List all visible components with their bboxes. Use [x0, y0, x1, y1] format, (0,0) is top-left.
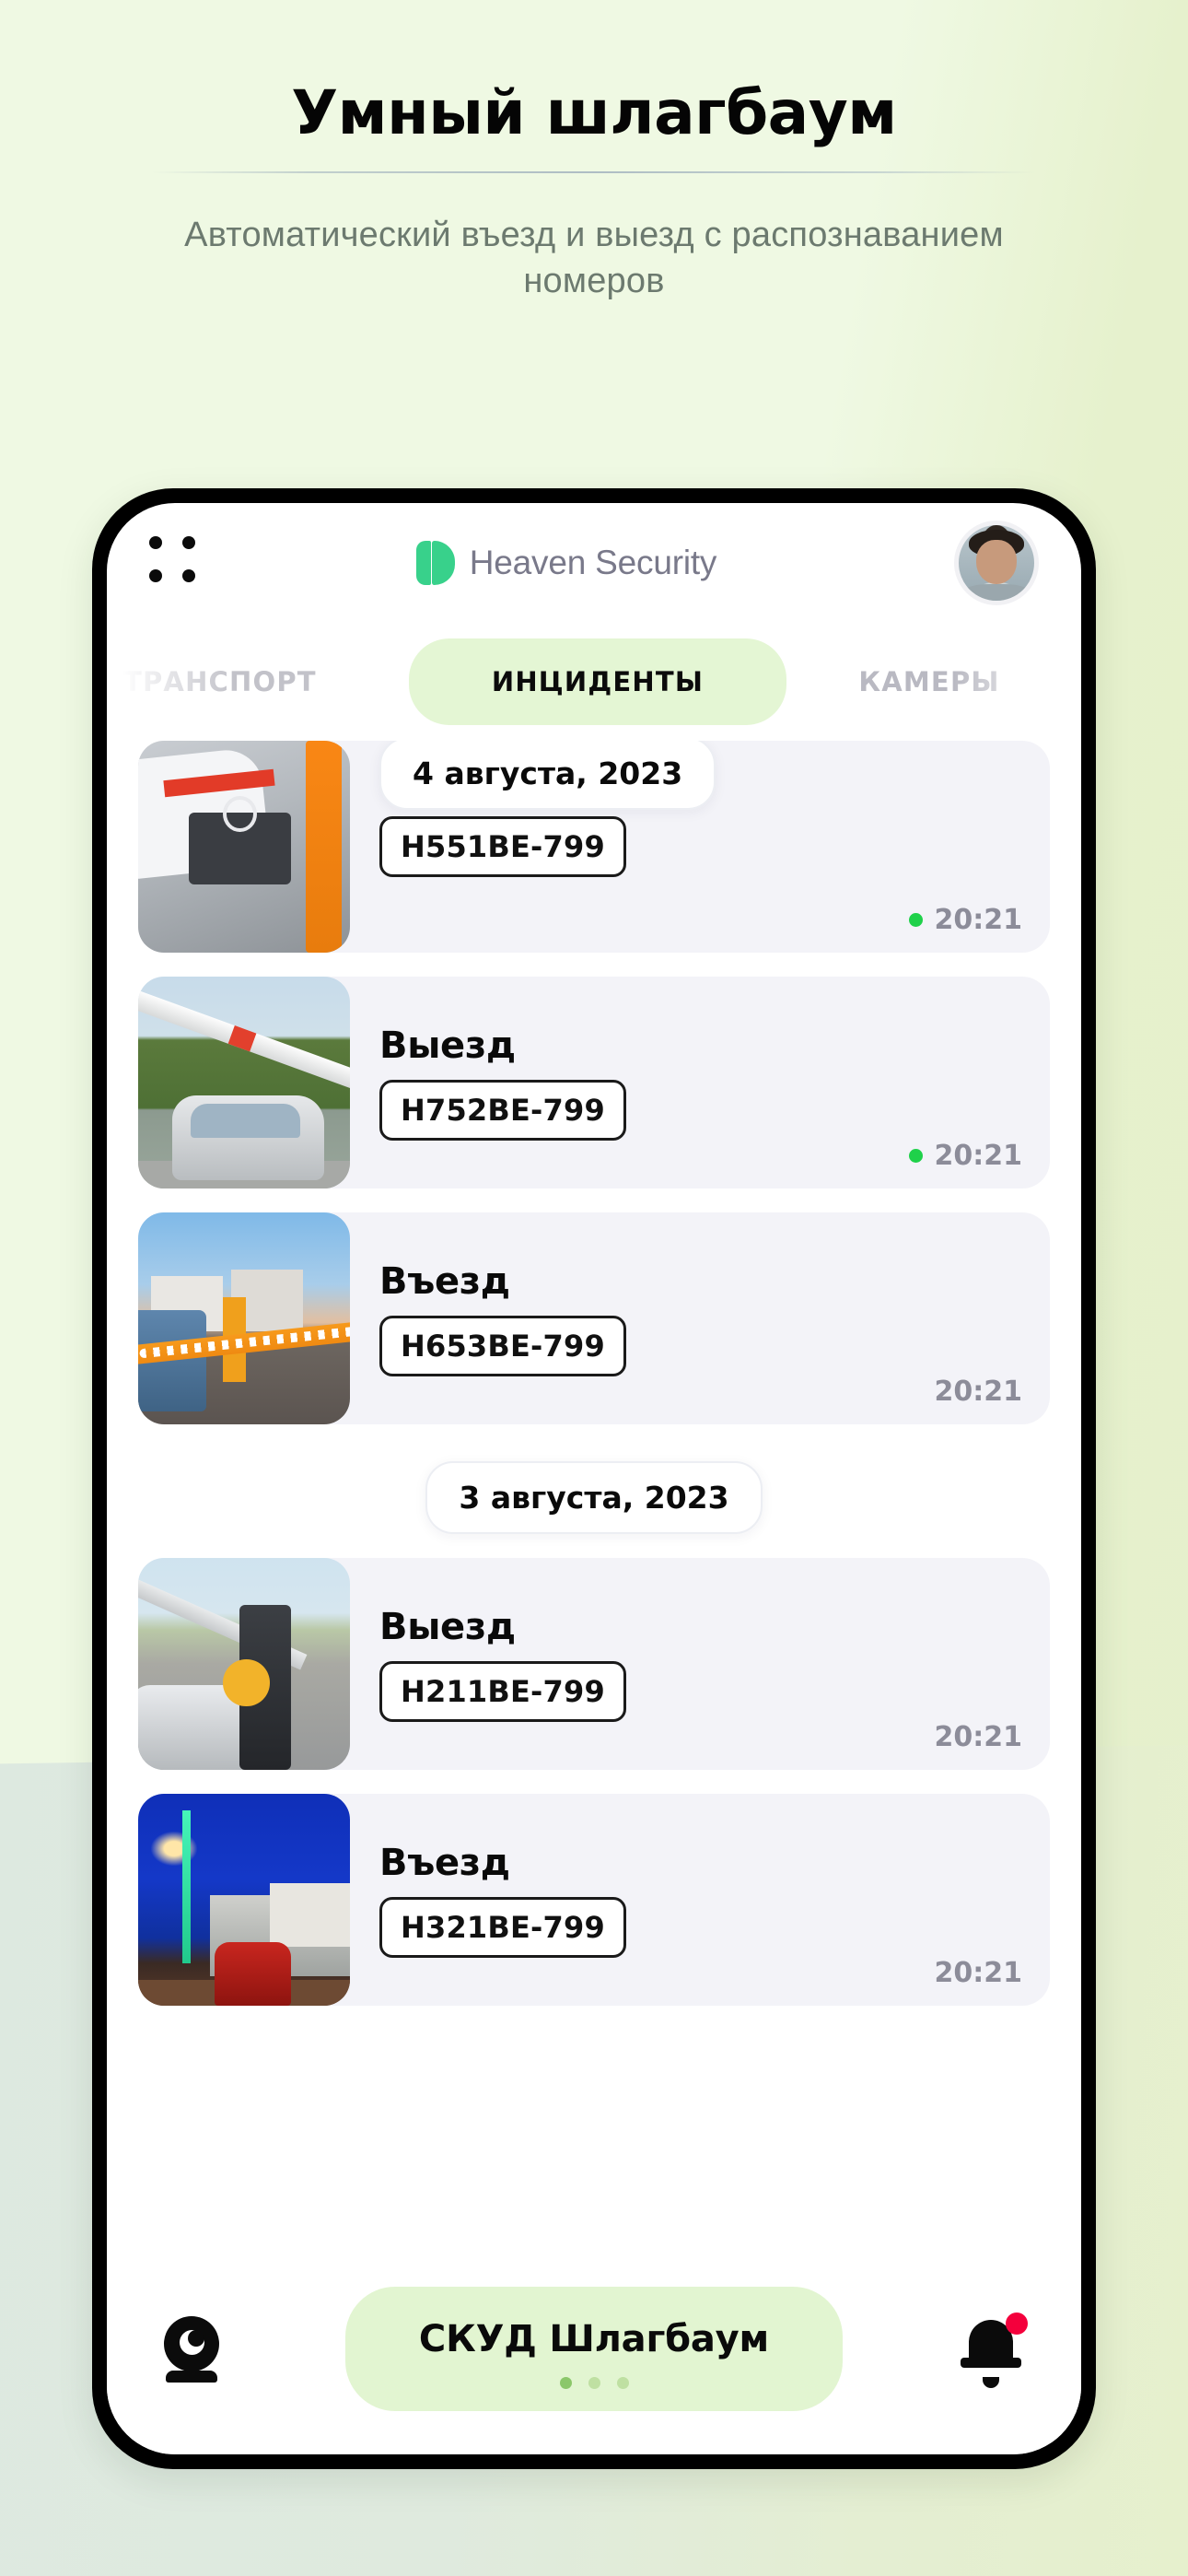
- tab-incidents[interactable]: ИНЦИДЕНТЫ: [409, 638, 786, 725]
- incident-card[interactable]: Въезд Н653ВЕ-799 20:21: [138, 1212, 1050, 1424]
- bell-icon[interactable]: [958, 2313, 1030, 2388]
- pager-dots[interactable]: [345, 2376, 843, 2389]
- incident-thumbnail[interactable]: [138, 977, 350, 1188]
- live-dot-icon: [908, 1149, 923, 1163]
- tab-bar: ТРАНСПОРТ ИНЦИДЕНТЫ КАМЕРЫ: [107, 623, 1081, 741]
- incident-time: 20:21: [934, 1376, 1023, 1408]
- brand: Heaven Security: [179, 541, 954, 585]
- incident-time: 20:21: [934, 1721, 1023, 1753]
- incident-thumbnail[interactable]: [138, 1558, 350, 1770]
- incident-body: Выезд Н752ВЕ-799 20:21: [350, 977, 1050, 1188]
- incident-time-row: 20:21: [935, 1957, 1023, 1989]
- app-header: Heaven Security: [107, 503, 1081, 623]
- tab-cameras[interactable]: КАМЕРЫ: [786, 666, 1072, 697]
- date-chip: 4 августа, 2023: [379, 741, 716, 810]
- skud-barrier-label: СКУД Шлагбаум: [418, 2317, 770, 2360]
- incident-card[interactable]: Въезд Н321ВЕ-799 20:21: [138, 1794, 1050, 2006]
- incident-time-row: 20:21: [935, 1721, 1023, 1753]
- live-dot-icon: [908, 913, 923, 927]
- incident-card[interactable]: Выезд Н211ВЕ-799 20:21: [138, 1558, 1050, 1770]
- page-title: Умный шлагбаум: [291, 77, 897, 148]
- promo-header: Умный шлагбаум Автоматический въезд и вы…: [0, 0, 1188, 304]
- date-separator: 3 августа, 2023: [107, 1448, 1081, 1558]
- incident-title: Въезд: [379, 1260, 510, 1303]
- incident-thumbnail[interactable]: [138, 1212, 350, 1424]
- incident-card[interactable]: Выезд Н752ВЕ-799 20:21: [138, 977, 1050, 1188]
- tab-transport[interactable]: ТРАНСПОРТ: [116, 666, 409, 697]
- incident-feed[interactable]: 4 августа, 2023 Н551ВЕ-799 20:21 Выезд Н…: [107, 741, 1081, 2325]
- license-plate: Н321ВЕ-799: [379, 1897, 626, 1958]
- incident-title: Выезд: [379, 1606, 516, 1648]
- incident-thumbnail[interactable]: [138, 1794, 350, 2006]
- date-chip: 3 августа, 2023: [425, 1461, 763, 1534]
- brand-name: Heaven Security: [469, 544, 717, 581]
- pager-dot-3[interactable]: [616, 2376, 629, 2389]
- notification-badge: [1006, 2313, 1028, 2335]
- license-plate: Н211ВЕ-799: [379, 1661, 626, 1722]
- incident-body: Въезд Н321ВЕ-799 20:21: [350, 1794, 1050, 2006]
- incident-body: Въезд Н653ВЕ-799 20:21: [350, 1212, 1050, 1424]
- bottom-bar: СКУД Шлагбаум: [107, 2261, 1081, 2454]
- incident-time: 20:21: [934, 1957, 1023, 1989]
- pager-dot-1[interactable]: [559, 2376, 572, 2389]
- phone-frame: Heaven Security ТРАНСПОРТ ИНЦИДЕНТЫ КАМЕ…: [92, 488, 1096, 2469]
- title-divider: [152, 170, 1036, 173]
- incident-card[interactable]: 4 августа, 2023 Н551ВЕ-799 20:21: [138, 741, 1050, 953]
- incident-title: Выезд: [379, 1025, 516, 1067]
- heaven-logo-icon: [415, 541, 455, 585]
- incident-time: 20:21: [934, 1140, 1023, 1172]
- incident-thumbnail[interactable]: [138, 741, 350, 953]
- incident-time-row: 20:21: [935, 1376, 1023, 1408]
- license-plate: Н653ВЕ-799: [379, 1316, 626, 1376]
- license-plate: Н752ВЕ-799: [379, 1080, 626, 1141]
- pager-dot-2[interactable]: [588, 2376, 600, 2389]
- incident-time-row: 20:21: [908, 1140, 1023, 1172]
- page-subtitle: Автоматический въезд и выезд с распознав…: [184, 215, 1004, 301]
- skud-barrier-button[interactable]: СКУД Шлагбаум: [345, 2286, 843, 2411]
- license-plate: Н551ВЕ-799: [379, 816, 626, 877]
- incident-time: 20:21: [934, 904, 1023, 936]
- incident-time-row: 20:21: [908, 904, 1023, 936]
- incident-body: Выезд Н211ВЕ-799 20:21: [350, 1558, 1050, 1770]
- incident-title: Въезд: [379, 1842, 510, 1884]
- avatar[interactable]: [954, 521, 1039, 605]
- phone-screen: Heaven Security ТРАНСПОРТ ИНЦИДЕНТЫ КАМЕ…: [107, 503, 1081, 2454]
- incident-body: 4 августа, 2023 Н551ВЕ-799 20:21: [350, 741, 1050, 953]
- camera-icon[interactable]: [158, 2313, 230, 2384]
